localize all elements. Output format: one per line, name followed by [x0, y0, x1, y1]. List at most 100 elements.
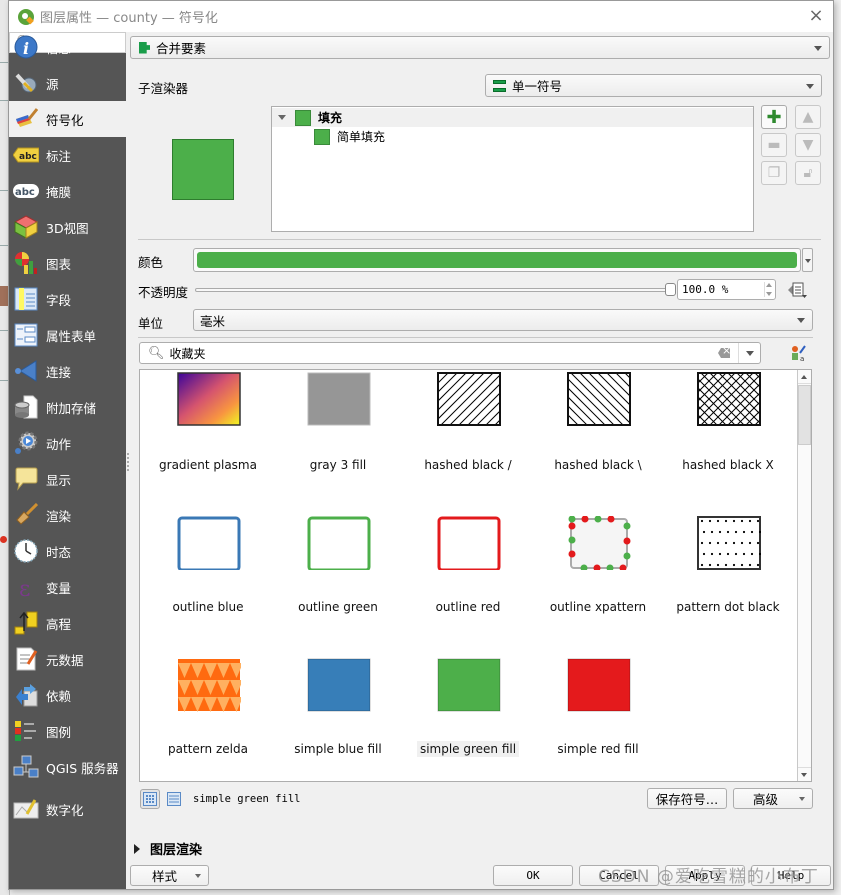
search-icon: 🔍︎: [148, 345, 165, 361]
symbology-panel: 合并要素 子渲染器 单一符号 填充 简单填充 ✚ ▲ ▬ ▼ ❐ 🔓︎ 颜色 不…: [130, 32, 833, 889]
list-view-button[interactable]: [164, 789, 184, 809]
style-manager-icon[interactable]: a: [791, 344, 807, 362]
sidebar-item-10[interactable]: 附加存储: [9, 389, 126, 425]
spin-arrows[interactable]: [764, 282, 773, 297]
sidebar-item-19[interactable]: 图例: [9, 713, 126, 749]
move-up-button[interactable]: ▲: [795, 105, 821, 129]
symbol-cell[interactable]: outline blue: [143, 512, 273, 654]
symbol-name: simple green fill: [416, 741, 520, 757]
apply-button[interactable]: Apply: [665, 865, 745, 886]
sidebar-item-0[interactable]: i 信息: [9, 29, 126, 65]
advanced-menu-button[interactable]: 高级: [733, 788, 813, 809]
symbol-cell[interactable]: pattern dot black: [663, 512, 793, 654]
sidebar-item-16[interactable]: 高程: [9, 605, 126, 641]
style-menu-button[interactable]: 样式: [130, 865, 209, 886]
sidebar-item-8[interactable]: 属性表单: [9, 317, 126, 353]
sidebar-item-12[interactable]: 显示: [9, 461, 126, 497]
sidebar-item-9[interactable]: 连接: [9, 353, 126, 389]
color-button[interactable]: [193, 248, 801, 272]
sidebar-item-17[interactable]: 元数据: [9, 641, 126, 677]
duplicate-layer-button[interactable]: ❐: [761, 161, 787, 185]
symbol-cell[interactable]: outline green: [273, 512, 403, 654]
ok-button[interactable]: OK: [493, 865, 573, 886]
scroll-up-button[interactable]: [798, 370, 811, 384]
expand-arrow-icon[interactable]: [278, 115, 286, 120]
tree-row-fill[interactable]: 填充: [272, 108, 753, 127]
symbol-cell[interactable]: hashed black /: [403, 370, 533, 512]
sidebar-item-4[interactable]: abc 掩膜: [9, 173, 126, 209]
symbol-name: outline xpattern: [549, 600, 647, 614]
sidebar-item-2[interactable]: 符号化: [9, 101, 126, 137]
opacity-spinbox[interactable]: 100.0 %: [677, 279, 776, 300]
clear-search-icon[interactable]: [718, 348, 730, 358]
sidebar-item-14[interactable]: 时态: [9, 533, 126, 569]
cube-3d-icon: [13, 214, 39, 240]
sidebar-item-18[interactable]: 依赖: [9, 677, 126, 713]
sidebar-item-15[interactable]: ε 变量: [9, 569, 126, 605]
symbol-name: pattern zelda: [168, 742, 248, 756]
symbol-cell[interactable]: outline red: [403, 512, 533, 654]
sidebar-item-7[interactable]: 字段: [9, 281, 126, 317]
svg-text:abc: abc: [19, 152, 37, 162]
tree-row-simple-fill[interactable]: 简单填充: [272, 127, 753, 146]
color-dropdown-button[interactable]: [802, 248, 813, 272]
sidebar-item-3[interactable]: abc 标注: [9, 137, 126, 173]
symbol-cell[interactable]: simple green fill: [403, 654, 533, 781]
sidebar-item-6[interactable]: 图表: [9, 245, 126, 281]
sidebar-item-21[interactable]: 数字化: [9, 791, 126, 827]
unit-select[interactable]: 毫米: [193, 309, 813, 331]
search-dropdown-button[interactable]: [738, 343, 760, 363]
sidebar-item-label: 源: [46, 76, 59, 92]
sidebar-item-5[interactable]: 3D视图: [9, 209, 126, 245]
sidebar: 🔍︎ i信息源符号化abc标注abc掩膜3D视图图表字段属性表单连接附加存储动作…: [9, 32, 126, 889]
symbol-cell[interactable]: gradient plasma: [143, 370, 273, 512]
symbol-cell[interactable]: simple red fill: [533, 654, 663, 781]
sub-renderer-select[interactable]: 单一符号: [485, 74, 822, 97]
symbol-cell[interactable]: simple blue fill: [273, 654, 403, 781]
opacity-slider[interactable]: [195, 283, 676, 296]
rendering-brush-icon: [13, 502, 39, 528]
symbol-name: hashed black /: [424, 458, 512, 472]
symbol-cell[interactable]: gray 3 fill: [273, 370, 403, 512]
scroll-down-button[interactable]: [798, 767, 811, 781]
symbol-cell[interactable]: outline xpattern: [533, 512, 663, 654]
cancel-button[interactable]: Cancel: [579, 865, 659, 886]
title-bar: 图层属性 — county — 符号化 ×: [9, 1, 833, 32]
renderer-type-select[interactable]: 合并要素: [130, 36, 830, 59]
symbol-cell[interactable]: pattern zelda: [143, 654, 273, 781]
display-speech-bubble-icon: [13, 466, 39, 492]
sidebar-item-20[interactable]: QGIS 服务器: [9, 749, 126, 785]
diagram-chart-icon: [13, 250, 39, 276]
variable-epsilon-icon: ε: [13, 574, 39, 600]
join-icon: [13, 358, 39, 384]
remove-symbol-layer-button[interactable]: ▬: [761, 133, 787, 157]
close-button[interactable]: ×: [807, 7, 825, 25]
slider-handle[interactable]: [665, 283, 676, 296]
sidebar-item-label: 元数据: [46, 652, 84, 668]
sidebar-item-label: 字段: [46, 292, 72, 308]
sidebar-item-1[interactable]: 源: [9, 65, 126, 101]
symbol-preview: [172, 139, 234, 200]
digitizing-icon: [13, 796, 39, 822]
data-defined-override-icon[interactable]: [786, 280, 808, 300]
move-down-button[interactable]: ▼: [795, 133, 821, 157]
symbol-cell[interactable]: hashed black \: [533, 370, 663, 512]
sidebar-item-11[interactable]: 动作: [9, 425, 126, 461]
symbol-search-input[interactable]: 🔍︎ 收藏夹: [139, 342, 761, 364]
scroll-thumb[interactable]: [798, 385, 811, 445]
symbol-thumbnail: [177, 516, 241, 572]
sidebar-item-label: 标注: [46, 148, 72, 164]
sidebar-item-13[interactable]: 渲染: [9, 497, 126, 533]
save-symbol-button[interactable]: 保存符号…: [647, 788, 727, 809]
layer-rendering-section[interactable]: 图层渲染: [134, 839, 202, 858]
add-symbol-layer-button[interactable]: ✚: [761, 105, 787, 129]
icon-view-button[interactable]: [140, 789, 160, 809]
help-button[interactable]: Help: [751, 865, 831, 886]
sidebar-item-label: 图例: [46, 724, 72, 740]
sidebar-item-label: 属性表单: [46, 328, 97, 344]
lock-color-button[interactable]: 🔓︎: [795, 161, 821, 185]
vertical-scrollbar[interactable]: [797, 370, 811, 781]
symbol-thumbnail: [567, 515, 631, 572]
elevation-icon: [13, 610, 39, 636]
symbol-cell[interactable]: hashed black X: [663, 370, 793, 512]
